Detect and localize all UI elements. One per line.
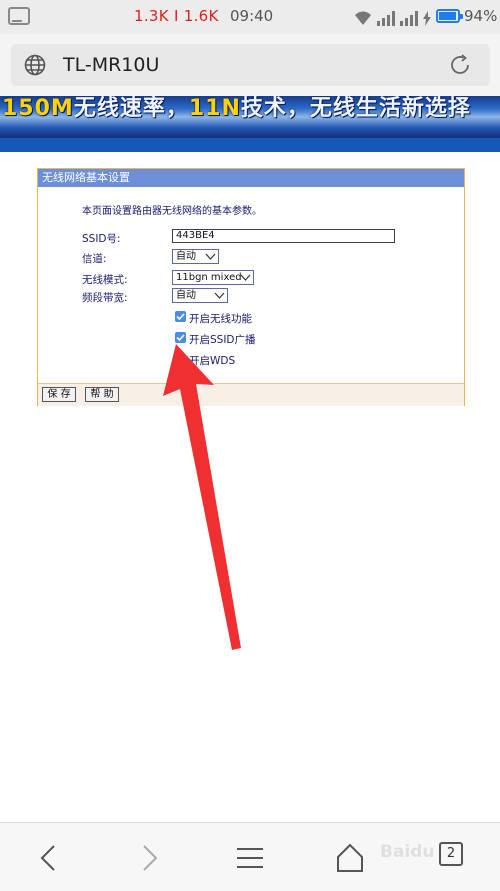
wireless-settings-panel: 无线网络基本设置 本页面设置路由器无线网络的基本参数。 SSID号: 443BE… — [37, 168, 465, 406]
save-button[interactable]: 保 存 — [42, 387, 76, 402]
wds-enable-label: 开启WDS — [189, 355, 236, 367]
mode-value: 11bgn mixed — [176, 272, 242, 283]
bandwidth-label: 频段带宽: — [82, 292, 128, 304]
charging-icon — [423, 11, 431, 26]
menu-icon[interactable] — [233, 841, 267, 875]
clock: 09:40 — [230, 7, 274, 25]
panel-title: 无线网络基本设置 — [38, 169, 464, 187]
bandwidth-value: 自动 — [176, 290, 196, 301]
back-icon[interactable] — [32, 841, 66, 875]
image-notification-icon — [8, 7, 30, 25]
tabs-button[interactable]: 2 — [439, 842, 463, 866]
banner-divider — [0, 138, 500, 152]
wireless-enable-label: 开启无线功能 — [189, 313, 252, 325]
address-bar[interactable]: TL-MR10U — [11, 44, 490, 86]
baidu-watermark: Baidu — [380, 842, 435, 862]
help-button[interactable]: 帮 助 — [85, 387, 119, 402]
signal-1-icon — [377, 11, 395, 26]
ssid-input[interactable]: 443BE4 — [172, 229, 395, 243]
network-speed: 1.3K I 1.6K — [134, 7, 219, 25]
battery-icon — [436, 9, 463, 23]
chevron-down-icon — [214, 290, 225, 301]
address-text: TL-MR10U — [63, 54, 160, 76]
status-icons — [354, 6, 431, 26]
ssid-broadcast-checkbox[interactable] — [175, 332, 186, 343]
home-icon[interactable] — [333, 841, 367, 875]
router-banner: 150M无线速率，11N技术，无线生活新选择 — [0, 96, 500, 138]
ssid-label: SSID号: — [82, 233, 121, 245]
channel-label: 信道: — [82, 253, 107, 265]
browser-toolbar: TL-MR10U — [0, 34, 500, 96]
ssid-broadcast-label: 开启SSID广播 — [189, 334, 256, 346]
mode-label: 无线模式: — [82, 274, 128, 286]
forward-icon[interactable] — [132, 841, 166, 875]
mode-select[interactable]: 11bgn mixed — [172, 270, 254, 285]
channel-value: 自动 — [176, 251, 196, 262]
wifi-icon — [354, 10, 372, 26]
channel-select[interactable]: 自动 — [172, 249, 219, 264]
wireless-enable-checkbox[interactable] — [175, 311, 186, 322]
battery-percent: 94% — [464, 7, 498, 25]
status-bar: 1.3K I 1.6K 09:40 94% — [0, 0, 500, 34]
banner-text: 150M无线速率，11N技术，无线生活新选择 — [2, 96, 471, 121]
signal-2-icon — [400, 11, 418, 26]
chevron-down-icon — [205, 251, 216, 262]
chevron-down-icon — [240, 272, 251, 283]
globe-icon — [24, 54, 46, 76]
bandwidth-select[interactable]: 自动 — [172, 288, 228, 303]
reload-icon[interactable] — [448, 53, 472, 77]
panel-description: 本页面设置路由器无线网络的基本参数。 — [82, 206, 262, 217]
